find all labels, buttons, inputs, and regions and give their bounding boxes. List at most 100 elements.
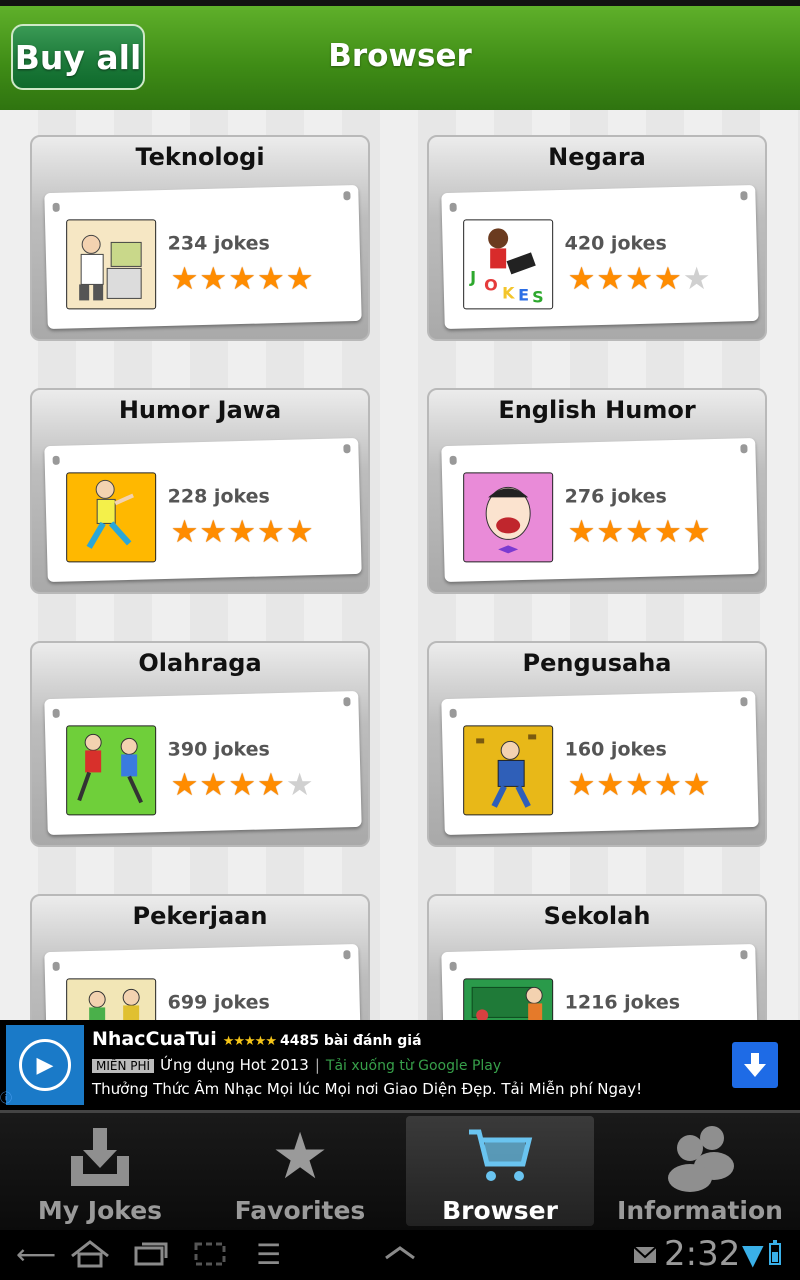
star-icon: ★ [228, 513, 256, 550]
category-title: Pekerjaan [132, 902, 268, 930]
pin-icon [740, 191, 748, 201]
svg-text:S: S [532, 287, 544, 306]
ad-separator: | [314, 1056, 320, 1074]
category-title: Teknologi [135, 143, 265, 171]
category-card-humor-jawa[interactable]: Humor Jawa 228 jokes ★★★★★ [30, 388, 370, 594]
category-card-sekolah[interactable]: Sekolah 1216 jokes ★★★★★ [427, 894, 767, 1020]
svg-text:E: E [518, 285, 529, 304]
rating-stars: ★★★★★ [567, 260, 712, 297]
category-card-olahraga[interactable]: Olahraga 390 jokes ★★★★★ [30, 641, 370, 847]
battery-icon [768, 1238, 782, 1276]
recent-apps-icon[interactable] [134, 1238, 170, 1276]
star-icon: ★ [199, 766, 228, 803]
category-title: Pengusaha [522, 649, 672, 677]
tab-label: Favorites [234, 1196, 366, 1225]
pin-icon [343, 950, 351, 960]
tab-browser[interactable]: Browser [406, 1116, 594, 1226]
star-icon: ★ [653, 260, 682, 297]
chevron-up-icon[interactable] [384, 1238, 416, 1276]
star-icon: ★ [596, 260, 625, 297]
star-icon: ★ [653, 513, 682, 550]
category-thumbnail: J O K E S [463, 219, 554, 310]
rating-stars: ★★★★★ [171, 513, 315, 550]
ad-store-link[interactable]: Tải xuống từ Google Play [326, 1058, 501, 1074]
category-title: Negara [548, 143, 646, 171]
businessman-illustration [476, 734, 537, 808]
pin-icon [740, 950, 748, 960]
pin-icon [449, 202, 457, 212]
jokes-logo-illustration: J O K E S [469, 228, 544, 306]
category-thumbnail [66, 978, 157, 1020]
category-info-panel: 160 jokes ★★★★★ [441, 690, 759, 836]
category-title: Humor Jawa [118, 396, 282, 424]
star-icon: ★ [285, 260, 314, 297]
category-card-english-humor[interactable]: English Humor 276 jokes ★★★★★ [427, 388, 767, 594]
pin-icon [449, 455, 457, 465]
people-icon [600, 1122, 800, 1206]
category-info-panel: 234 jokes ★★★★★ [44, 184, 362, 330]
gmail-icon [632, 1238, 658, 1276]
category-thumbnail [463, 472, 554, 563]
laughing-man-illustration [485, 486, 531, 554]
download-button[interactable] [732, 1042, 778, 1088]
star-icon: ★ [256, 260, 285, 297]
category-thumbnail [66, 472, 157, 563]
star-icon: ★ [170, 766, 199, 803]
star-icon: ★ [625, 513, 653, 550]
ad-info-icon[interactable]: ⓘ [0, 1089, 12, 1106]
pin-icon [343, 697, 351, 707]
pin-icon [52, 455, 60, 465]
download-box-icon [0, 1122, 200, 1206]
category-title: Sekolah [543, 902, 651, 930]
star-empty-icon: ★ [682, 260, 711, 297]
category-card-negara[interactable]: Negara J O K E S 420 jokes ★★★★★ [427, 135, 767, 341]
category-thumbnail [66, 725, 157, 816]
category-card-teknologi[interactable]: Teknologi 234 jokes ★★★★★ [30, 135, 370, 341]
category-info-panel: 1216 jokes ★★★★★ [441, 943, 759, 1020]
tab-information[interactable]: Information [600, 1110, 800, 1230]
star-icon: ★ [567, 260, 596, 297]
tab-favorites[interactable]: ★ Favorites [200, 1110, 400, 1230]
ad-rating-count: 4485 bài đánh giá [280, 1033, 422, 1049]
star-icon: ★ [199, 260, 228, 297]
ad-app-icon[interactable]: ▶ [6, 1025, 84, 1105]
star-icon: ★ [256, 513, 285, 550]
play-icon: ▶ [19, 1039, 71, 1091]
star-icon: ★ [653, 766, 682, 803]
joke-count: 160 jokes [564, 738, 667, 761]
category-thumbnail [463, 725, 554, 816]
screenshot-icon[interactable] [194, 1238, 226, 1276]
tab-label: Browser [442, 1196, 558, 1225]
pin-icon [343, 191, 351, 201]
dancing-man-illustration [86, 479, 134, 549]
home-icon[interactable] [70, 1238, 110, 1276]
menu-icon[interactable]: ☰ [256, 1238, 281, 1272]
category-card-pengusaha[interactable]: Pengusaha 160 jokes ★★★★★ [427, 641, 767, 847]
joke-count: 390 jokes [167, 738, 270, 761]
star-icon: ★ [199, 513, 228, 550]
ad-banner[interactable]: ▶ ⓘ NhacCuaTui ★★★★★ 4485 bài đánh giá MIỄ… [0, 1020, 800, 1110]
rating-stars: ★★★★★ [567, 513, 712, 550]
clock: 2:32 [664, 1234, 741, 1274]
joke-count: 234 jokes [167, 232, 270, 255]
category-thumbnail [463, 978, 554, 1020]
ad-rating-stars: ★★★★★ [222, 1034, 277, 1049]
ad-subline: MIỄN PHÍ Ứng dụng Hot 2013 | Tải xuống từ G… [92, 1056, 501, 1074]
cart-icon [406, 1124, 594, 1202]
pin-icon [740, 697, 748, 707]
tab-label: Information [617, 1196, 783, 1225]
back-icon[interactable]: ⟵ [16, 1238, 56, 1272]
joke-count: 228 jokes [167, 485, 270, 508]
ad-title: NhacCuaTui ★★★★★ 4485 bài đánh giá [92, 1028, 422, 1050]
star-icon: ★ [567, 513, 596, 550]
tab-my-jokes[interactable]: My Jokes [0, 1110, 200, 1230]
rating-stars: ★★★★★ [170, 766, 315, 803]
category-card-pekerjaan[interactable]: Pekerjaan 699 jokes ★★★★★ [30, 894, 370, 1020]
joke-count: 1216 jokes [564, 991, 681, 1014]
svg-text:J: J [469, 267, 476, 286]
category-info-panel: 228 jokes ★★★★★ [44, 437, 362, 583]
star-icon: ★ [625, 260, 653, 297]
category-info-panel: 276 jokes ★★★★★ [441, 437, 759, 583]
joke-count: 699 jokes [167, 991, 270, 1014]
star-icon: ★ [625, 766, 653, 803]
